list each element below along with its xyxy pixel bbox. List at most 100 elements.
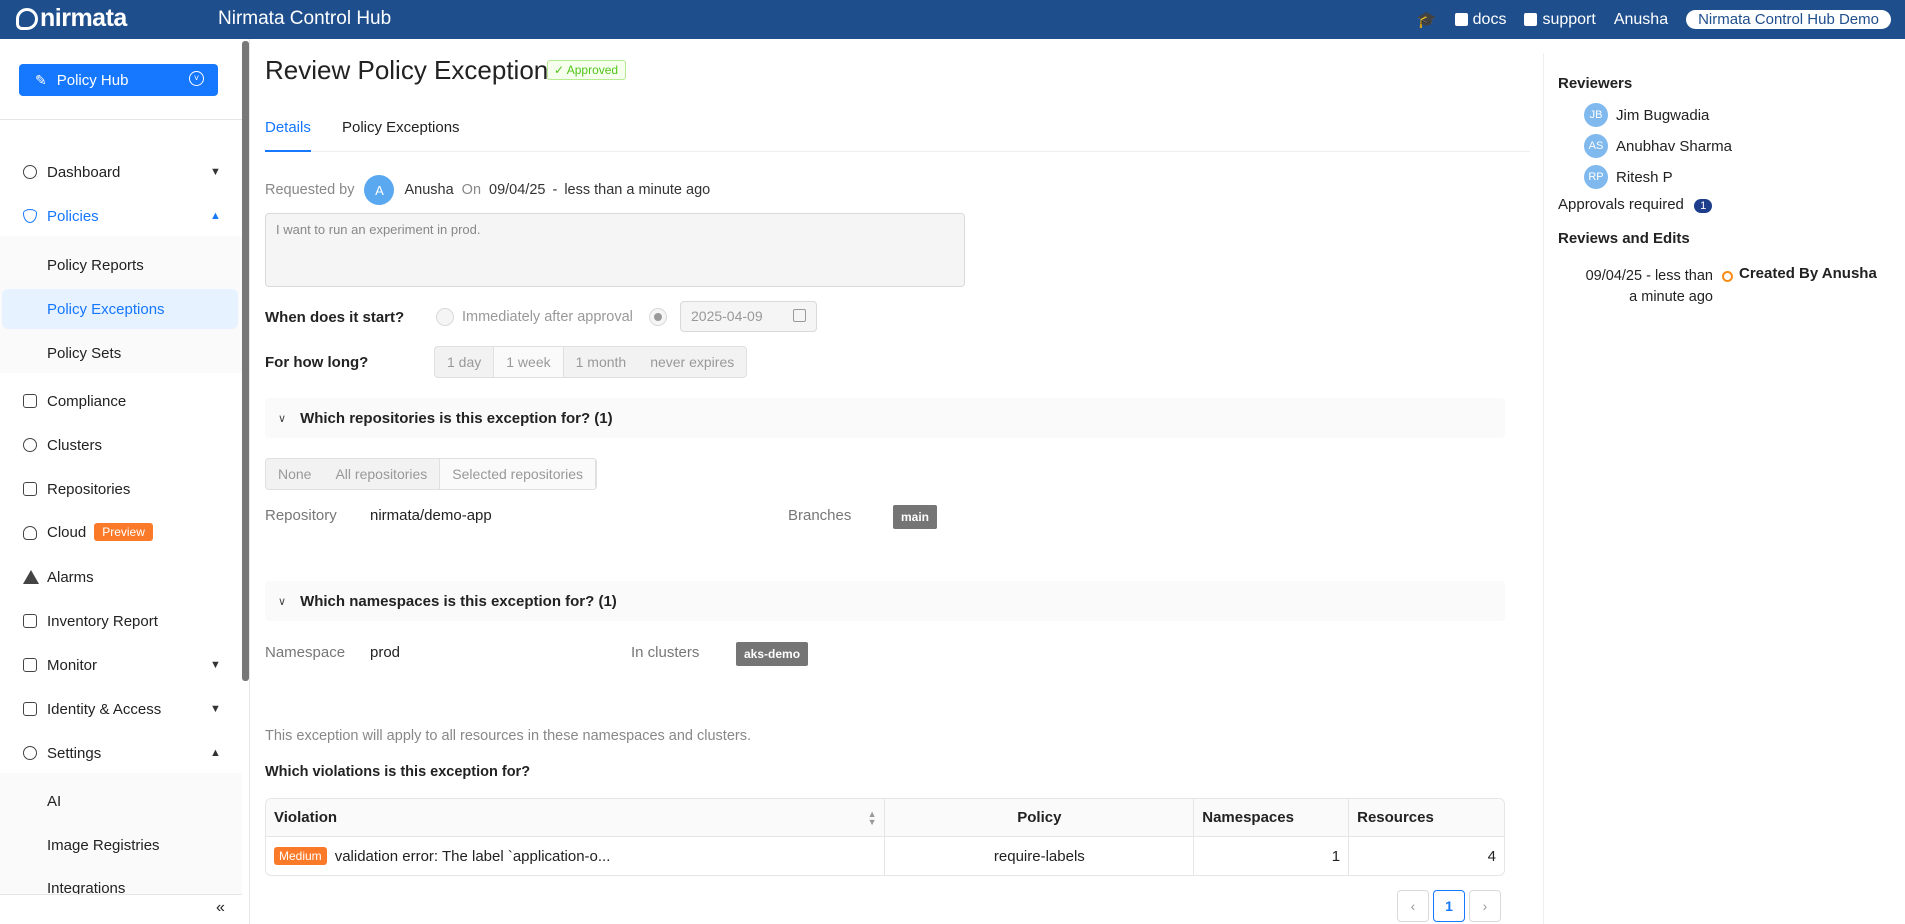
sidebar-item-label: Identity & Access	[47, 700, 162, 718]
header-namespaces: Namespaces	[1194, 799, 1350, 836]
report-icon	[23, 614, 37, 628]
check-circle-icon: ✓	[554, 63, 567, 77]
graduation-cap-icon[interactable]: 🎓	[1417, 10, 1437, 30]
severity-badge: Medium	[274, 847, 327, 865]
radio-immediate[interactable]	[436, 308, 454, 326]
sidebar-scrollbar[interactable]	[242, 41, 249, 681]
support-link[interactable]: support	[1524, 11, 1596, 29]
reason-textarea[interactable]: I want to run an experiment in prod.	[265, 213, 965, 287]
duration-never-expires[interactable]: never expires	[638, 347, 746, 377]
duration-1-day[interactable]: 1 day	[435, 347, 493, 377]
org-selector[interactable]: Nirmata Control Hub Demo	[1686, 10, 1891, 29]
sidebar-item-policy-exceptions[interactable]: Policy Exceptions	[2, 289, 238, 329]
reviews-title: Reviews and Edits	[1558, 230, 1690, 247]
branches-label: Branches	[788, 507, 852, 524]
sidebar-item-policy-sets[interactable]: Policy Sets	[0, 333, 242, 373]
sidebar-item-settings[interactable]: Settings ▲	[0, 733, 242, 773]
preview-badge: Preview	[94, 523, 153, 541]
start-label: When does it start?	[265, 309, 405, 326]
database-icon	[23, 482, 37, 496]
sidebar-item-alarms[interactable]: Alarms	[0, 557, 242, 597]
avatar: A	[364, 175, 395, 205]
reviewer-item: AS Anubhav Sharma	[1584, 134, 1732, 158]
duration-1-week[interactable]: 1 week	[493, 347, 564, 377]
header-violation[interactable]: Violation ▲ ▼	[266, 799, 886, 836]
cluster-tag: aks-demo	[736, 642, 809, 666]
duration-1-month[interactable]: 1 month	[564, 347, 639, 377]
sidebar-item-label: Integrations	[47, 880, 126, 894]
request-date: 09/04/25	[489, 182, 546, 198]
shield-check-icon	[23, 209, 37, 223]
sidebar-item-image-registries[interactable]: Image Registries	[0, 825, 242, 865]
timeline-dot-icon	[1722, 271, 1733, 282]
chevron-down-icon: ∨	[278, 412, 287, 425]
repo-all[interactable]: All repositories	[323, 459, 439, 489]
duration-selector: 1 day 1 week 1 month never expires	[434, 346, 748, 378]
sidebar-item-policies[interactable]: Policies ▲	[0, 196, 242, 236]
edit-icon: ✎	[35, 71, 47, 88]
page-1-button[interactable]: 1	[1433, 890, 1465, 922]
sidebar-item-repositories[interactable]: Repositories	[0, 469, 242, 509]
repo-selected[interactable]: Selected repositories	[439, 459, 597, 489]
radio-date[interactable]	[649, 308, 667, 326]
sidebar-item-compliance[interactable]: Compliance	[0, 381, 242, 421]
header-violation-label: Violation	[274, 809, 338, 826]
cell-resources: 4	[1487, 847, 1496, 865]
start-date-picker[interactable]: 2025-04-09	[680, 301, 817, 332]
requested-by-label: Requested by	[265, 182, 355, 198]
branch-tag: main	[893, 505, 938, 529]
chevron-down-icon: ▼	[210, 703, 221, 715]
cell-violation: Medium validation error: The label `appli…	[266, 837, 886, 875]
namespaces-section-header[interactable]: ∨ Which namespaces is this exception for…	[265, 581, 1505, 621]
sidebar-item-policy-reports[interactable]: Policy Reports	[0, 245, 242, 285]
reviewer-name: Ritesh P	[1616, 168, 1673, 186]
phone-icon	[1524, 13, 1538, 26]
table-row[interactable]: Medium validation error: The label `appli…	[266, 837, 1504, 875]
start-date-value: 2025-04-09	[691, 308, 763, 324]
sidebar-item-identity-access[interactable]: Identity & Access ▼	[0, 689, 242, 729]
tab-details[interactable]: Details	[265, 119, 311, 152]
sidebar-item-dashboard[interactable]: Dashboard ▼	[0, 152, 242, 192]
sidebar: ✎ Policy Hub ˅ Dashboard ▼ Policies ▲ Po…	[0, 39, 250, 924]
chevron-down-icon: ▼	[210, 659, 221, 671]
sidebar-item-label: Policy Sets	[47, 344, 122, 362]
immediate-label: Immediately after approval	[462, 309, 633, 325]
user-menu[interactable]: Anusha	[1614, 11, 1668, 29]
sidebar-item-clusters[interactable]: Clusters	[0, 425, 242, 465]
on-label: On	[461, 182, 482, 198]
tab-policy-exceptions[interactable]: Policy Exceptions	[342, 119, 460, 152]
sidebar-item-label: Clusters	[47, 436, 103, 454]
cloud-icon	[23, 526, 37, 540]
prev-page-button[interactable]: ‹	[1397, 890, 1429, 922]
history-event: Created By Anusha	[1739, 265, 1877, 282]
repositories-section-title: Which repositories is this exception for…	[300, 409, 613, 427]
policy-hub-button[interactable]: ✎ Policy Hub ˅	[19, 64, 218, 96]
requester-name: Anusha	[404, 182, 454, 198]
start-immediate-option[interactable]: Immediately after approval	[436, 308, 633, 326]
monitor-icon	[23, 658, 37, 672]
gear-icon	[23, 746, 37, 760]
collapse-sidebar-button[interactable]: «	[0, 894, 242, 924]
sidebar-item-ai[interactable]: AI	[0, 781, 242, 821]
sidebar-item-label: Repositories	[47, 480, 131, 498]
chevron-right-icon: ›	[1482, 898, 1488, 914]
chevron-up-icon: ▲	[210, 210, 221, 222]
relative-time: less than a minute ago	[564, 182, 711, 198]
nirmata-logo[interactable]: nirmata	[16, 4, 127, 33]
namespaces-section-title: Which namespaces is this exception for? …	[300, 592, 617, 610]
repositories-section-header[interactable]: ∨ Which repositories is this exception f…	[265, 398, 1505, 438]
sidebar-item-integrations[interactable]: Integrations	[0, 869, 242, 894]
sidebar-item-monitor[interactable]: Monitor ▼	[0, 645, 242, 685]
calendar-icon	[793, 309, 806, 322]
next-page-button[interactable]: ›	[1469, 890, 1501, 922]
separator: -	[552, 182, 558, 198]
sidebar-item-inventory-report[interactable]: Inventory Report	[0, 601, 242, 641]
sidebar-item-label: Monitor	[47, 656, 98, 674]
chevron-down-icon: ˅	[189, 71, 204, 86]
docs-link[interactable]: docs	[1454, 11, 1506, 29]
sidebar-item-label: Inventory Report	[47, 612, 158, 630]
sidebar-item-cloud[interactable]: Cloud Preview	[0, 513, 242, 553]
avatar: AS	[1584, 134, 1608, 158]
repo-none[interactable]: None	[266, 459, 323, 489]
history-date: 09/04/25	[1585, 268, 1643, 284]
